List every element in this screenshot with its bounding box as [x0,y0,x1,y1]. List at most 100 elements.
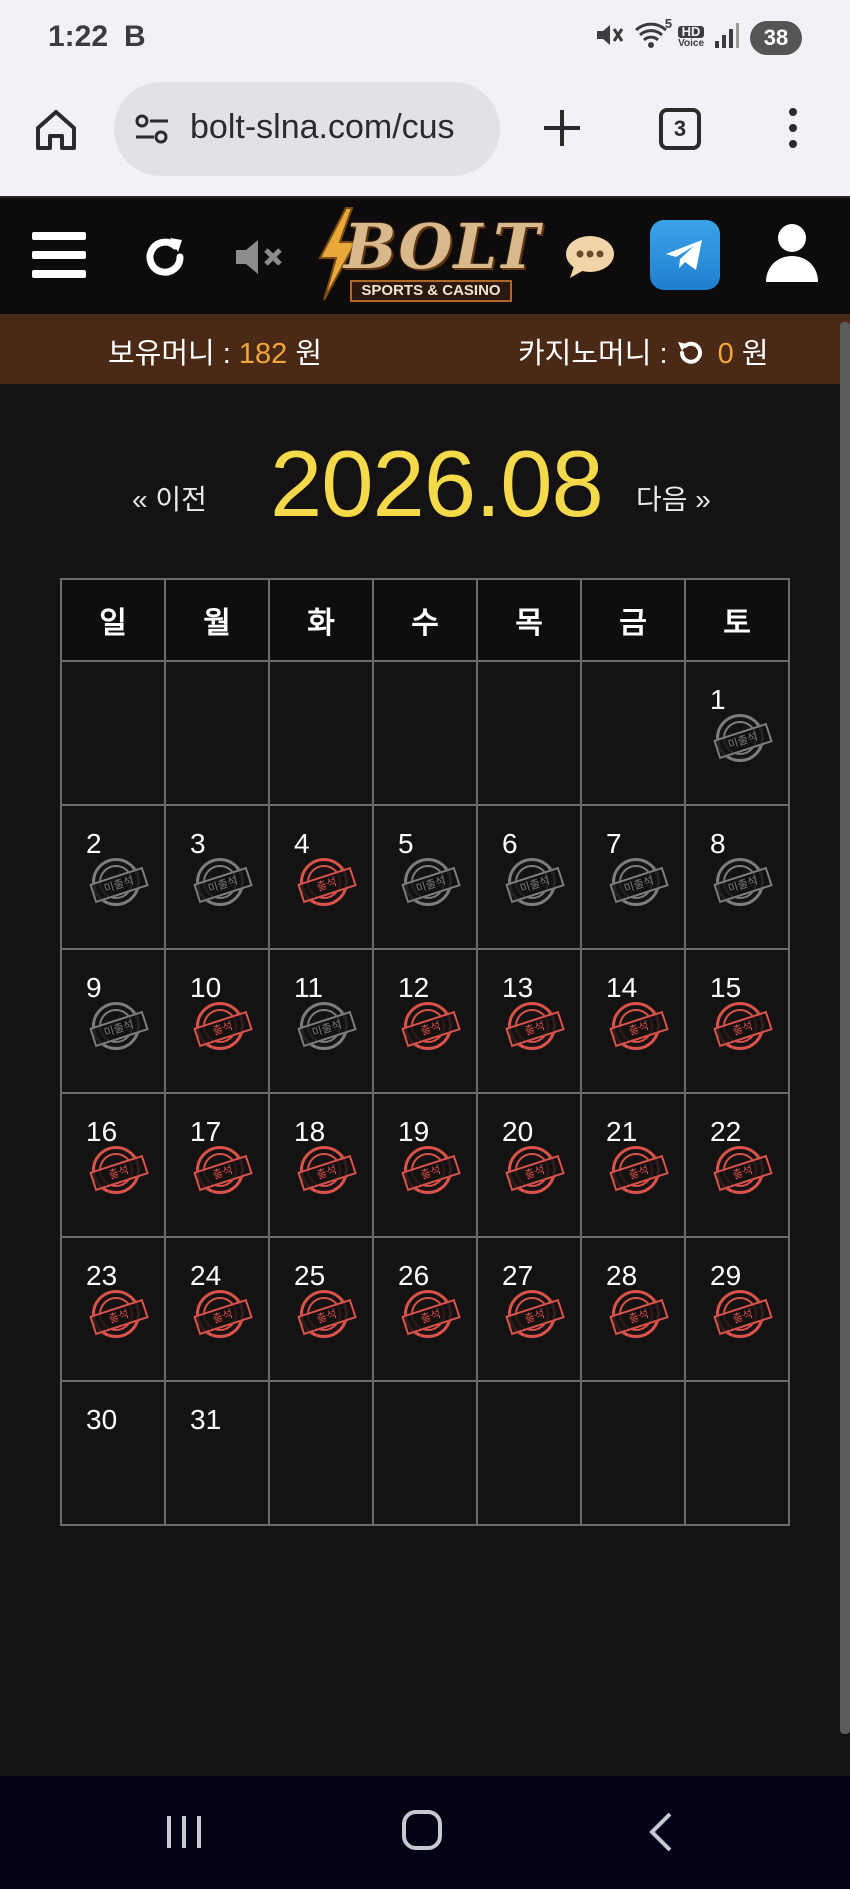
attended-stamp-icon: 출석 [609,1290,669,1338]
calendar-day-cell[interactable]: 28 출석 [580,1236,686,1382]
calendar-empty-cell [372,1380,478,1526]
mute-icon[interactable] [234,236,286,278]
more-icon[interactable] [783,106,803,150]
day-number: 11 [294,972,324,1003]
calendar-day-cell[interactable]: 11 미출석 [268,948,374,1094]
day-number: 4 [294,828,310,859]
chat-icon[interactable] [564,234,616,280]
stamp-label: 출석 [609,1010,669,1048]
day-number: 5 [398,828,414,859]
day-number: 15 [710,972,742,1003]
calendar-day-cell[interactable]: 6 미출석 [476,804,582,950]
calendar-day-cell[interactable]: 9 미출석 [60,948,166,1094]
tabs-icon[interactable]: 3 [659,108,701,150]
calendar-empty-cell [164,660,270,806]
attended-stamp-icon: 출석 [713,1290,773,1338]
calendar-day-cell[interactable]: 14 출석 [580,948,686,1094]
calendar-day-cell[interactable]: 2 미출석 [60,804,166,950]
status-time: 1:22 [48,20,109,53]
calendar-day-cell[interactable]: 1 미출석 [684,660,790,806]
url-text[interactable]: bolt-slna.com/cus [190,108,486,147]
refresh-icon[interactable] [140,232,190,282]
day-number: 25 [294,1260,326,1291]
next-month-button[interactable]: 다음 » [636,478,711,518]
telegram-icon[interactable] [650,220,720,290]
calendar-day-cell[interactable]: 22 출석 [684,1092,790,1238]
attended-stamp-icon: 출석 [193,1002,253,1050]
status-bar: 1:22 B 5 HD Voice 38 [0,0,850,78]
calendar-day-cell[interactable]: 7 미출석 [580,804,686,950]
nav-home-icon[interactable] [402,1810,442,1850]
money-bar: 보유머니 : 182 원 카지노머니 : 0 원 [0,314,850,384]
calendar-empty-cell [268,660,374,806]
calendar-day-cell[interactable]: 13 출석 [476,948,582,1094]
calendar-day-cell[interactable]: 29 출석 [684,1236,790,1382]
attended-stamp-icon: 출석 [401,1290,461,1338]
holding-money-amount: 182 [238,338,288,370]
address-bar[interactable]: bolt-slna.com/cus [114,82,500,176]
calendar-day-cell[interactable]: 24 출석 [164,1236,270,1382]
stamp-label: 미출석 [713,866,773,904]
calendar-day-cell[interactable]: 5 미출석 [372,804,478,950]
b-app-icon: B [124,20,146,53]
stamp-label: 미출석 [401,866,461,904]
calendar-day-cell[interactable]: 18 출석 [268,1092,374,1238]
weekday-header: 토 [684,578,790,662]
calendar-day-cell[interactable]: 20 출석 [476,1092,582,1238]
calendar-day-cell[interactable]: 12 출석 [372,948,478,1094]
absent-stamp-icon: 미출석 [401,858,461,906]
android-nav-bar [0,1776,850,1889]
stamp-label: 출석 [401,1010,461,1048]
signal-icon [714,21,740,54]
absent-stamp-icon: 미출석 [89,858,149,906]
calendar-day-cell[interactable]: 4 출석 [268,804,374,950]
calendar-empty-cell [476,1380,582,1526]
stamp-label: 출석 [505,1154,565,1192]
calendar-day-cell[interactable]: 15 출석 [684,948,790,1094]
calendar-day-cell[interactable]: 19 출석 [372,1092,478,1238]
hamburger-icon[interactable] [32,232,86,278]
site-settings-icon[interactable] [134,112,170,146]
calendar-day-cell[interactable]: 26 출석 [372,1236,478,1382]
day-number: 16 [86,1116,118,1147]
calendar-week-row: 1 미출석 [60,660,790,806]
day-number: 1 [710,684,726,715]
stamp-label: 출석 [713,1298,773,1336]
calendar-empty-cell [684,1380,790,1526]
calendar-day-cell[interactable]: 27 출석 [476,1236,582,1382]
calendar-day-cell[interactable]: 17 출석 [164,1092,270,1238]
calendar-day-cell[interactable]: 21 출석 [580,1092,686,1238]
plus-icon[interactable] [540,106,584,150]
weekday-header: 금 [580,578,686,662]
attended-stamp-icon: 출석 [609,1146,669,1194]
home-icon[interactable] [32,106,80,154]
weekday-header: 목 [476,578,582,662]
casino-refresh-icon[interactable] [676,339,704,367]
stamp-label: 미출석 [89,1010,149,1048]
recents-icon[interactable] [165,1812,203,1852]
weekday-header: 월 [164,578,270,662]
attended-stamp-icon: 출석 [505,1002,565,1050]
back-icon[interactable] [648,1810,674,1854]
calendar-day-cell[interactable]: 16 출석 [60,1092,166,1238]
prev-month-button[interactable]: « 이전 [132,478,207,518]
calendar-empty-cell [268,1380,374,1526]
bolt-logo[interactable]: BOLT SPORTS & CASINO [312,206,542,306]
stamp-label: 출석 [401,1154,461,1192]
stamp-label: 출석 [713,1154,773,1192]
calendar-empty-cell [60,660,166,806]
calendar-week-row: 16 출석 17 출석 18 출석 19 출석 20 출석 21 출석 22 출석 [60,1092,790,1238]
calendar-day-cell[interactable]: 25 출석 [268,1236,374,1382]
day-number: 19 [398,1116,430,1147]
stamp-label: 출석 [609,1298,669,1336]
calendar-day-cell[interactable]: 10 출석 [164,948,270,1094]
weekday-header-row: 일월화수목금토 [60,578,790,662]
current-month: 2026.08 [270,431,604,536]
calendar-day-cell[interactable]: 30 [60,1380,166,1526]
user-icon[interactable] [764,222,820,284]
page-scrollbar[interactable] [840,322,850,1734]
calendar-day-cell[interactable]: 3 미출석 [164,804,270,950]
calendar-day-cell[interactable]: 8 미출석 [684,804,790,950]
calendar-day-cell[interactable]: 31 [164,1380,270,1526]
calendar-day-cell[interactable]: 23 출석 [60,1236,166,1382]
